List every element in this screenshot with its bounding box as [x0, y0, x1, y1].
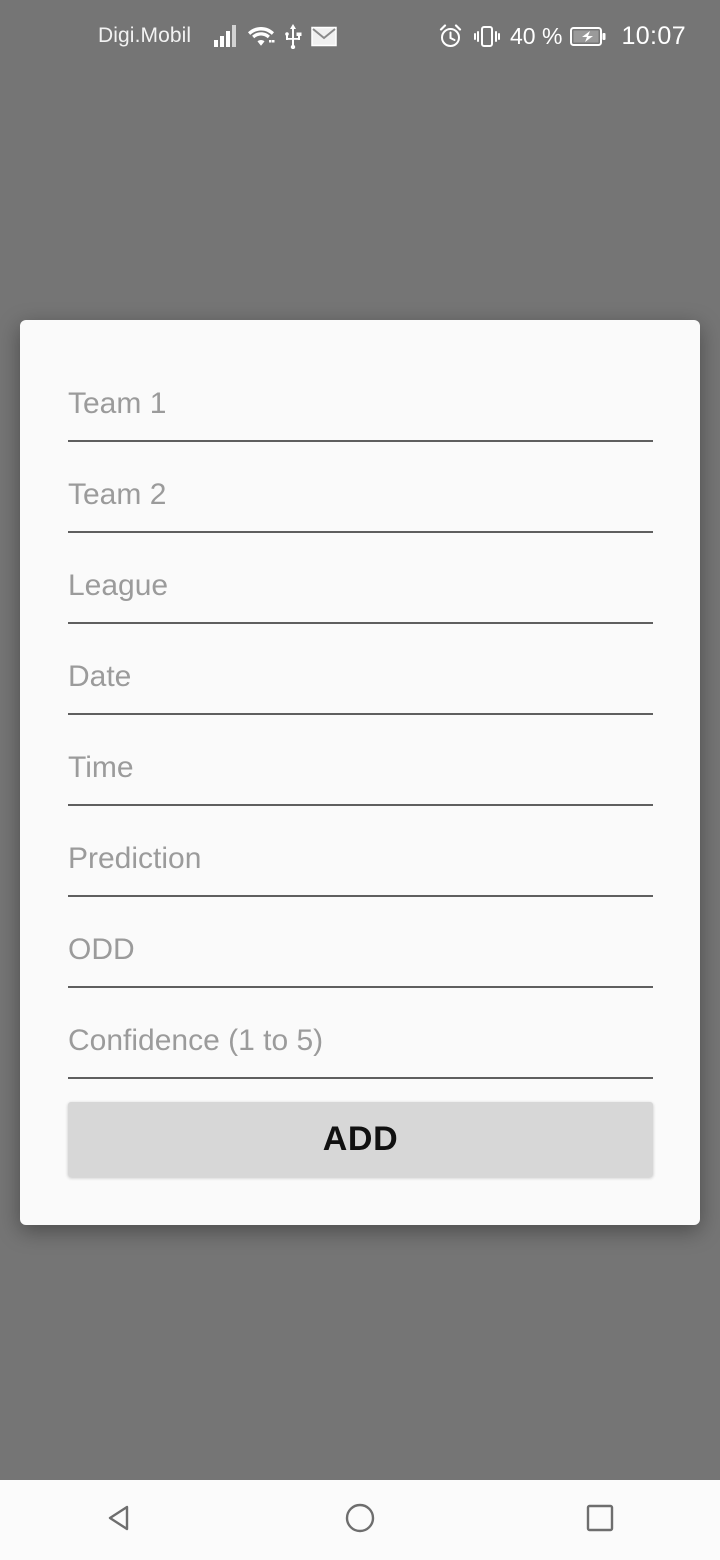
signal-bars-icon: [213, 24, 239, 48]
battery-charging-icon: [570, 26, 606, 47]
league-underline: [68, 622, 653, 624]
field-team1[interactable]: [68, 370, 653, 461]
field-prediction[interactable]: [68, 825, 653, 916]
status-bar-left: Digi.Mobil: [98, 23, 341, 49]
field-team2[interactable]: [68, 461, 653, 552]
screen-scrim: Digi.Mobil 40 % 10:07 Team 1 Team 2 Leag…: [0, 0, 720, 1560]
clock-label: 10:07: [621, 21, 686, 50]
team1-underline: [68, 440, 653, 442]
form-fields: [68, 370, 653, 1098]
status-bar-right: 40 % 10:07: [433, 22, 686, 51]
nav-back-button[interactable]: [60, 1480, 180, 1560]
add-prediction-dialog: ADD: [20, 320, 700, 1225]
nav-recents-button[interactable]: [540, 1480, 660, 1560]
team2-underline: [68, 531, 653, 533]
time-underline: [68, 804, 653, 806]
battery-percent-label: 40 %: [510, 22, 563, 49]
navigation-bar: [0, 1480, 720, 1560]
prediction-underline: [68, 895, 653, 897]
date-underline: [68, 713, 653, 715]
prediction-input[interactable]: [68, 833, 653, 885]
carrier-label: Digi.Mobil: [98, 24, 192, 47]
home-circle-icon: [342, 1500, 378, 1541]
odd-underline: [68, 986, 653, 988]
field-date[interactable]: [68, 643, 653, 734]
time-input[interactable]: [68, 742, 653, 794]
confidence-underline: [68, 1077, 653, 1079]
field-league[interactable]: [68, 552, 653, 643]
vibrate-icon: [473, 24, 501, 49]
field-odd[interactable]: [68, 916, 653, 1007]
usb-icon: [283, 23, 303, 49]
recents-square-icon: [582, 1500, 618, 1541]
nav-home-button[interactable]: [300, 1480, 420, 1560]
odd-input[interactable]: [68, 924, 653, 976]
mail-icon: [311, 26, 337, 47]
add-button[interactable]: ADD: [68, 1102, 653, 1177]
team2-input[interactable]: [68, 469, 653, 521]
team1-input[interactable]: [68, 378, 653, 430]
status-bar: Digi.Mobil 40 % 10:07: [0, 0, 720, 72]
back-triangle-icon: [102, 1500, 138, 1541]
alarm-clock-icon: [438, 23, 463, 49]
league-input[interactable]: [68, 560, 653, 612]
wifi-icon: [247, 24, 275, 48]
date-input[interactable]: [68, 651, 653, 703]
confidence-input[interactable]: [68, 1015, 653, 1067]
field-time[interactable]: [68, 734, 653, 825]
field-confidence[interactable]: [68, 1007, 653, 1098]
